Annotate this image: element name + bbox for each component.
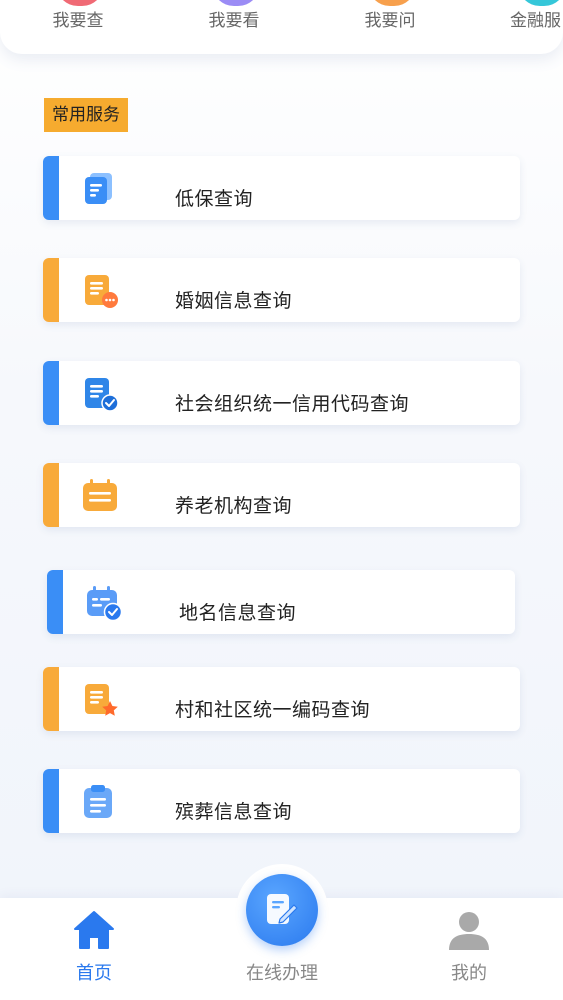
- tab-label: 首页: [76, 963, 112, 984]
- tab-home[interactable]: 首页: [24, 898, 164, 1000]
- document-star-icon: [85, 684, 118, 716]
- accent-bar: [43, 463, 59, 527]
- service-item-low-income[interactable]: 低保查询: [43, 156, 520, 220]
- quick-action-search[interactable]: 我要查: [28, 0, 128, 40]
- home-icon: [74, 911, 114, 949]
- user-icon: [449, 912, 489, 950]
- service-item-marriage[interactable]: 婚姻信息查询: [43, 258, 520, 322]
- tab-label: 在线办理: [246, 963, 318, 984]
- section-title: 常用服务: [44, 98, 128, 132]
- accent-bar: [43, 156, 59, 220]
- quick-action-finance[interactable]: 金融服: [490, 0, 563, 40]
- clipboard-icon: [84, 785, 112, 818]
- quick-actions-card: 我要查 我要看 我要问 金融服: [0, 0, 563, 54]
- accent-bar: [47, 570, 63, 634]
- service-item-village-code[interactable]: 村和社区统一编码查询: [43, 667, 520, 731]
- service-label: 殡葬信息查询: [175, 801, 293, 823]
- accent-bar: [43, 769, 59, 833]
- calendar-check-icon: [87, 586, 123, 622]
- service-item-funeral[interactable]: 殡葬信息查询: [43, 769, 520, 833]
- service-label: 婚姻信息查询: [175, 290, 293, 312]
- quick-action-label: 我要查: [52, 11, 104, 31]
- service-item-elderly-care[interactable]: 养老机构查询: [43, 463, 520, 527]
- quick-action-label: 我要看: [208, 11, 260, 31]
- document-check-icon: [85, 378, 119, 412]
- service-label: 低保查询: [175, 188, 254, 210]
- service-label: 村和社区统一编码查询: [175, 699, 371, 721]
- edit-document-icon: [267, 894, 298, 924]
- quick-action-label: 金融服: [510, 11, 561, 31]
- document-list-icon: [85, 173, 112, 204]
- tab-label: 我的: [451, 963, 487, 984]
- quick-action-label: 我要问: [364, 11, 416, 31]
- online-service-button[interactable]: [246, 874, 318, 946]
- quick-action-view[interactable]: 我要看: [184, 0, 284, 40]
- service-label: 社会组织统一信用代码查询: [175, 393, 410, 415]
- service-item-place-name[interactable]: 地名信息查询: [47, 570, 515, 634]
- service-item-social-org-code[interactable]: 社会组织统一信用代码查询: [43, 361, 520, 425]
- quick-action-ask[interactable]: 我要问: [340, 0, 440, 40]
- accent-bar: [43, 667, 59, 731]
- tab-mine[interactable]: 我的: [399, 898, 539, 1000]
- calendar-icon: [83, 479, 117, 511]
- service-label: 养老机构查询: [175, 495, 293, 517]
- accent-bar: [43, 361, 59, 425]
- document-chat-icon: [85, 275, 118, 308]
- service-label: 地名信息查询: [179, 602, 297, 624]
- accent-bar: [43, 258, 59, 322]
